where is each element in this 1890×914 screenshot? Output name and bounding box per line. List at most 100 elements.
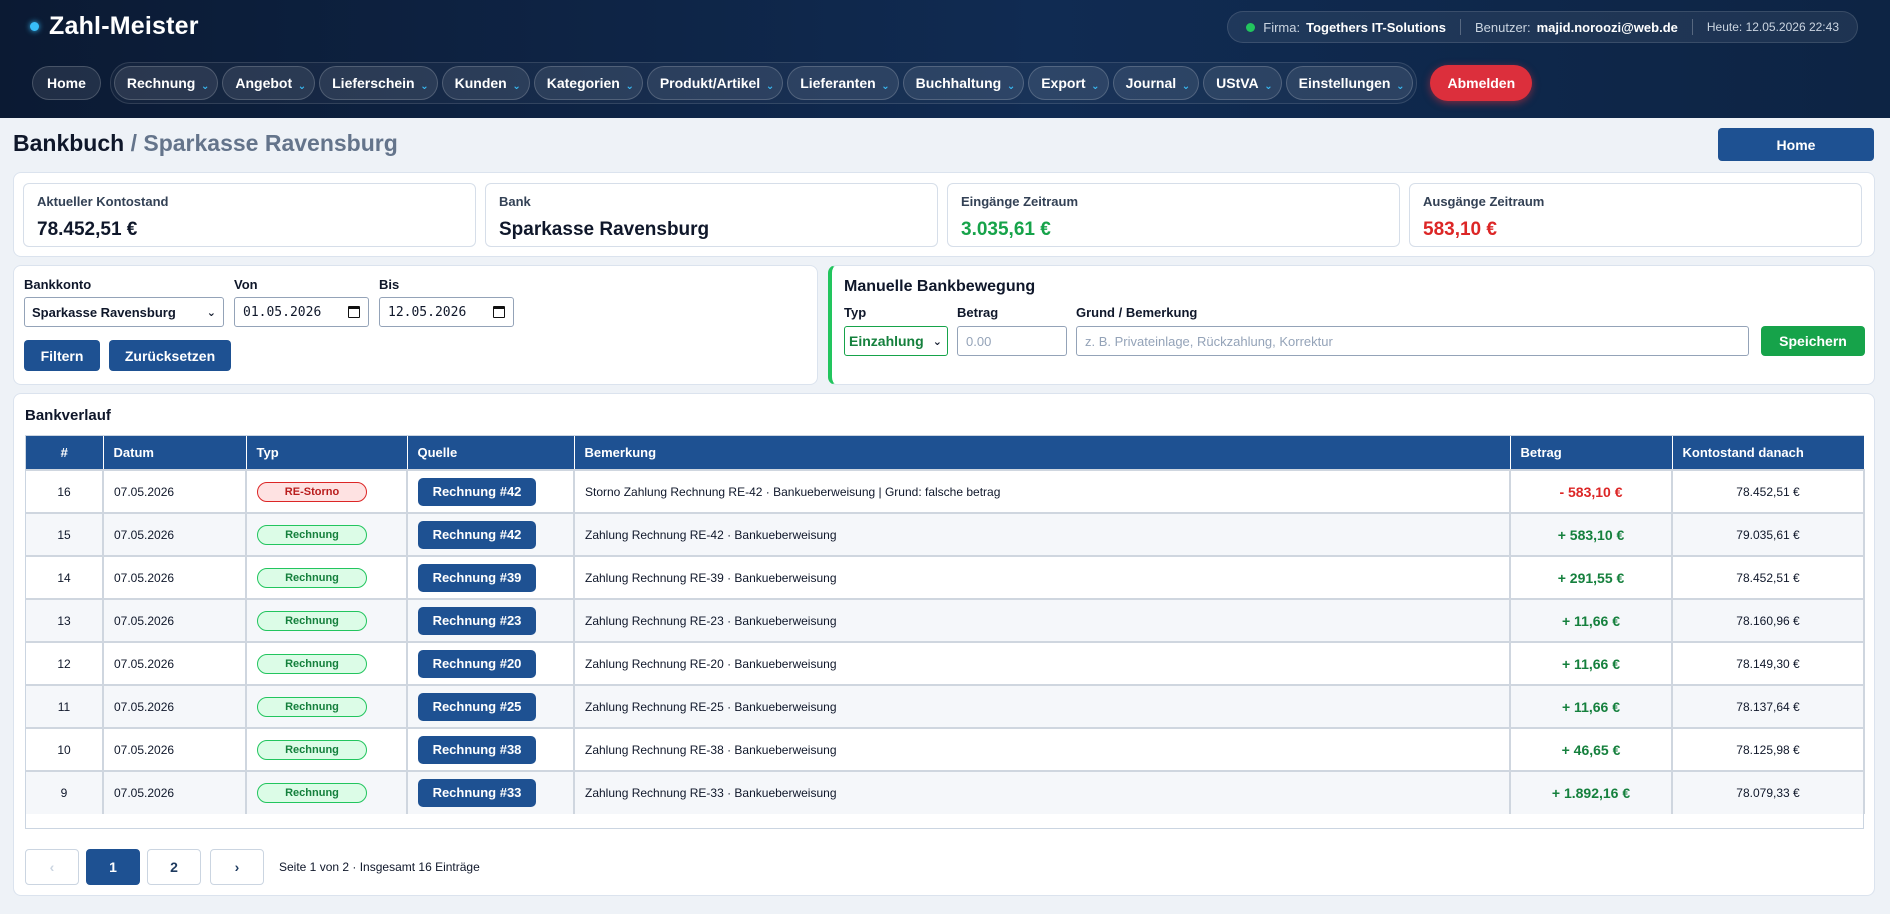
cell-id: 13 <box>26 598 104 642</box>
nav-menu-angebot[interactable]: Angebot ⌄ <box>222 66 316 100</box>
page-button-1[interactable]: 1 <box>86 849 140 885</box>
calendar-icon[interactable] <box>348 306 360 318</box>
user-label: Benutzer: <box>1474 19 1531 35</box>
type-badge: Rechnung <box>257 524 367 545</box>
cell-id: 15 <box>26 512 104 556</box>
column-header[interactable]: Betrag <box>1510 436 1673 470</box>
from-date-input[interactable]: 01.05.2026 <box>234 297 369 327</box>
cell-source: Rechnung #25 <box>407 684 575 728</box>
page-button-2[interactable]: 2 <box>147 849 201 885</box>
firma-label: Firma: <box>1263 19 1301 35</box>
nav-menu-export[interactable]: Export ⌄ <box>1028 66 1109 100</box>
cell-id: 11 <box>26 684 104 728</box>
cell-date: 07.05.2026 <box>103 469 247 513</box>
source-link-button[interactable]: Rechnung #20 <box>418 649 536 678</box>
chevron-down-icon: ⌄ <box>1264 81 1273 92</box>
chevron-down-icon: ⌄ <box>206 307 216 319</box>
nav-menu-journal[interactable]: Journal ⌄ <box>1112 66 1200 100</box>
cell-type: RE-Storno <box>246 469 408 513</box>
column-header[interactable]: Datum <box>103 436 247 470</box>
nav-menu-einstellungen[interactable]: Einstellungen ⌄ <box>1285 66 1414 100</box>
stats-panel: Aktueller Kontostand 78.452,51 € Bank Sp… <box>13 172 1875 257</box>
stat-card-bank: Bank Sparkasse Ravensburg <box>485 183 938 247</box>
nav-menu-kunden[interactable]: Kunden ⌄ <box>441 66 530 100</box>
cell-id: 16 <box>26 469 104 513</box>
nav-menu-produkt-artikel[interactable]: Produkt/Artikel ⌄ <box>646 66 784 100</box>
account-select-value: Sparkasse Ravensburg <box>32 304 176 320</box>
brand-dot-icon <box>30 22 39 31</box>
firma-value: Togethers IT-Solutions <box>1306 19 1446 35</box>
table-row: 13 07.05.2026 Rechnung Rechnung #23 Zahlung … <box>26 598 1865 642</box>
account-select[interactable]: Sparkasse Ravensburg ⌄ <box>24 297 224 327</box>
column-header[interactable]: Typ <box>246 436 408 470</box>
nav-menu-group: Rechnung ⌄ Angebot ⌄ Lieferschein ⌄ Kunden ⌄ Kat… <box>109 62 1418 104</box>
online-status-icon <box>1246 22 1256 32</box>
column-header[interactable]: # <box>26 436 104 470</box>
cell-source: Rechnung #33 <box>407 770 575 814</box>
logout-button[interactable]: Abmelden <box>1430 65 1533 101</box>
source-link-button[interactable]: Rechnung #39 <box>418 563 536 592</box>
source-link-button[interactable]: Rechnung #42 <box>418 520 536 549</box>
chevron-down-icon: ⌄ <box>297 81 307 92</box>
page-title: Bankbuch / Sparkasse Ravensburg <box>13 130 398 157</box>
bank-history-table-frame: # Datum Typ Quelle Bemerkung Betrag Kont… <box>25 435 1865 829</box>
column-header[interactable]: Quelle <box>407 436 575 470</box>
type-badge: Rechnung <box>257 610 367 631</box>
nav-menu-label: Journal <box>1125 75 1177 91</box>
prev-page-button[interactable]: ‹ <box>25 849 79 885</box>
type-select[interactable]: Einzahlung ⌄ <box>844 326 948 356</box>
amount-input[interactable]: 0.00 <box>957 326 1067 356</box>
cell-id: 14 <box>26 555 104 599</box>
nav-menu-lieferanten[interactable]: Lieferanten ⌄ <box>787 66 899 100</box>
filter-button[interactable]: Filtern <box>24 340 100 371</box>
save-button[interactable]: Speichern <box>1761 326 1865 356</box>
to-date-value: 12.05.2026 <box>388 304 467 320</box>
to-date-input[interactable]: 12.05.2026 <box>379 297 514 327</box>
cell-date: 07.05.2026 <box>103 770 247 814</box>
type-select-value: Einzahlung <box>849 333 924 349</box>
user-value: majid.noroozi@web.de <box>1536 19 1678 35</box>
next-page-button[interactable]: › <box>210 849 264 885</box>
column-header[interactable]: Kontostand danach <box>1672 436 1865 470</box>
reason-label: Grund / Bemerkung <box>1076 305 1198 320</box>
cell-balance: 78.452,51 € <box>1672 555 1865 599</box>
table-body: 16 07.05.2026 RE-Storno Rechnung #42 Storno … <box>26 469 1865 814</box>
reason-input[interactable]: z. B. Privateinlage, Rückzahlung, Korrek… <box>1076 326 1749 356</box>
column-header[interactable]: Bemerkung <box>574 436 1511 470</box>
nav-home[interactable]: Home <box>32 66 101 100</box>
nav-menu-label: Export <box>1041 75 1086 91</box>
stat-label: Ausgänge Zeitraum <box>1423 194 1545 209</box>
home-button[interactable]: Home <box>1718 128 1874 161</box>
chevron-down-icon: ⌄ <box>512 81 521 92</box>
calendar-icon[interactable] <box>493 306 505 318</box>
cell-type: Rechnung <box>246 512 408 556</box>
cell-note: Zahlung Rechnung RE-39 · Bankueberweisun… <box>574 555 1511 599</box>
source-link-button[interactable]: Rechnung #33 <box>418 779 536 807</box>
source-link-button[interactable]: Rechnung #23 <box>418 606 536 635</box>
divider <box>1691 19 1693 35</box>
pagination-info: Seite 1 von 2 · Insgesamt 16 Einträge <box>279 860 480 874</box>
nav-menu-rechnung[interactable]: Rechnung ⌄ <box>113 66 219 100</box>
nav-menu-lieferschein[interactable]: Lieferschein ⌄ <box>319 66 438 100</box>
nav-menu-label: Angebot <box>235 75 293 91</box>
nav-menu-ustva[interactable]: UStVA ⌄ <box>1203 66 1282 100</box>
cell-amount: + 1.892,16 € <box>1510 770 1673 814</box>
cell-amount: + 11,66 € <box>1510 641 1673 685</box>
stat-value: 78.452,51 € <box>37 219 138 240</box>
cell-balance: 78.452,51 € <box>1672 469 1865 513</box>
main-nav: Home Rechnung ⌄ Angebot ⌄ Lieferschein ⌄ Kunde… <box>32 62 1533 104</box>
chevron-down-icon: ⌄ <box>1006 81 1016 92</box>
bank-history-title: Bankverlauf <box>25 407 111 424</box>
manual-entry-panel: Manuelle Bankbewegung Typ Einzahlung ⌄ B… <box>828 265 1875 385</box>
cell-amount: + 11,66 € <box>1510 684 1673 728</box>
source-link-button[interactable]: Rechnung #38 <box>418 735 536 764</box>
source-link-button[interactable]: Rechnung #42 <box>418 477 536 506</box>
nav-menu-kategorien[interactable]: Kategorien ⌄ <box>533 66 643 100</box>
stat-card-outgoing: Ausgänge Zeitraum 583,10 € <box>1409 183 1862 247</box>
bank-history-table: # Datum Typ Quelle Bemerkung Betrag Kont… <box>26 436 1865 814</box>
source-link-button[interactable]: Rechnung #25 <box>418 692 536 721</box>
nav-menu-buchhaltung[interactable]: Buchhaltung ⌄ <box>902 66 1025 100</box>
cell-date: 07.05.2026 <box>103 684 247 728</box>
session-info-bar: Firma: Togethers IT-Solutions Benutzer: … <box>1227 11 1858 43</box>
reset-button[interactable]: Zurücksetzen <box>109 340 231 371</box>
